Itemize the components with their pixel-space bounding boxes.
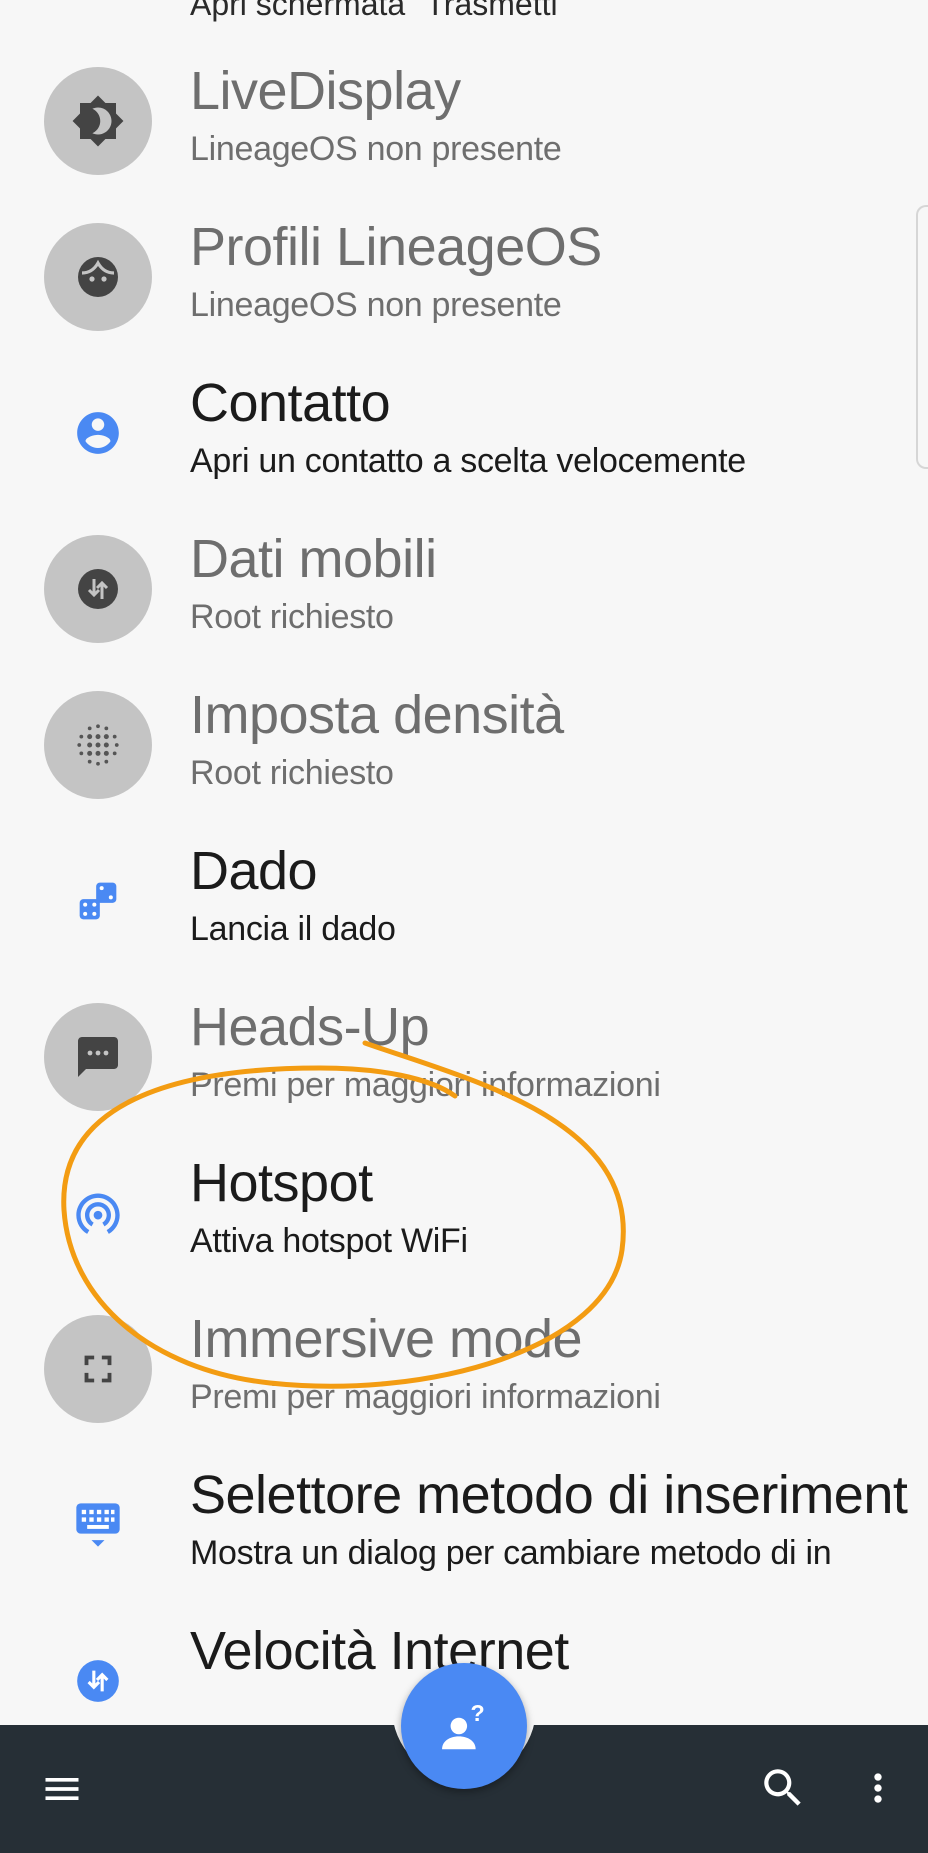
tile-subtitle: LineageOS non presente	[190, 286, 562, 324]
tile-subtitle: Lancia il dado	[190, 910, 396, 948]
hotspot-icon	[44, 1159, 152, 1267]
tile-item-livedisplay[interactable]: LiveDisplay LineageOS non presente	[0, 42, 928, 198]
tile-subtitle: Premi per maggiori informazioni	[190, 1066, 661, 1104]
menu-icon[interactable]	[28, 1755, 96, 1823]
keyboard-icon	[44, 1471, 152, 1579]
tile-subtitle: Premi per maggiori informazioni	[190, 1378, 661, 1416]
help-fab[interactable]: ?	[401, 1663, 527, 1789]
tile-subtitle: LineageOS non presente	[190, 130, 562, 168]
tile-subtitle: Attiva hotspot WiFi	[190, 1222, 468, 1260]
tile-title: Hotspot	[190, 1153, 373, 1213]
tile-item-immersive-mode[interactable]: Immersive mode Premi per maggiori inform…	[0, 1290, 928, 1446]
tile-list: Apri schermata "Trasmetti" LiveDisplay L…	[0, 0, 928, 1725]
tile-subtitle: Mostra un dialog per cambiare metodo di …	[190, 1534, 832, 1572]
tile-title: Selettore metodo di inseriment	[190, 1465, 908, 1525]
tile-subtitle: Root richiesto	[190, 598, 394, 636]
scroll-handle[interactable]	[916, 205, 928, 469]
tile-title: Dati mobili	[190, 529, 437, 589]
svg-text:?: ?	[470, 1700, 484, 1726]
tile-title: Profili LineageOS	[190, 217, 602, 277]
tile-title: LiveDisplay	[190, 61, 461, 121]
partial-item-subtitle: Apri schermata "Trasmetti"	[190, 0, 569, 22]
face-icon	[44, 223, 152, 331]
tile-title: Contatto	[190, 373, 391, 433]
tile-title: Velocità Internet	[190, 1621, 569, 1681]
tile-item-selettore-metodo[interactable]: Selettore metodo di inseriment Mostra un…	[0, 1446, 928, 1602]
tile-item-profili-lineageos[interactable]: Profili LineageOS LineageOS non presente	[0, 198, 928, 354]
tile-item-contatto[interactable]: Contatto Apri un contatto a scelta veloc…	[0, 354, 928, 510]
tile-title: Immersive mode	[190, 1309, 583, 1369]
data-speed-icon	[44, 1627, 152, 1725]
tile-subtitle: Apri un contatto a scelta velocemente	[190, 442, 746, 480]
tile-item-heads-up[interactable]: Heads-Up Premi per maggiori informazioni	[0, 978, 928, 1134]
message-icon	[44, 1003, 152, 1111]
dice-icon	[44, 847, 152, 955]
tile-item-hotspot[interactable]: Hotspot Attiva hotspot WiFi	[0, 1134, 928, 1290]
tile-item-dati-mobili[interactable]: Dati mobili Root richiesto	[0, 510, 928, 666]
help-person-icon: ?	[442, 1700, 485, 1750]
density-dots-icon	[44, 691, 152, 799]
brightness-icon	[44, 67, 152, 175]
tile-item-dado[interactable]: Dado Lancia il dado	[0, 822, 928, 978]
fullscreen-icon	[44, 1315, 152, 1423]
more-vert-icon[interactable]	[850, 1753, 906, 1823]
tile-title: Imposta densità	[190, 685, 564, 745]
tile-subtitle: Root richiesto	[190, 754, 394, 792]
mobile-data-icon	[44, 535, 152, 643]
tile-title: Heads-Up	[190, 997, 430, 1057]
search-icon[interactable]	[748, 1753, 818, 1823]
tile-item-imposta-densita[interactable]: Imposta densità Root richiesto	[0, 666, 928, 822]
account-circle-icon	[44, 379, 152, 487]
tile-title: Dado	[190, 841, 318, 901]
